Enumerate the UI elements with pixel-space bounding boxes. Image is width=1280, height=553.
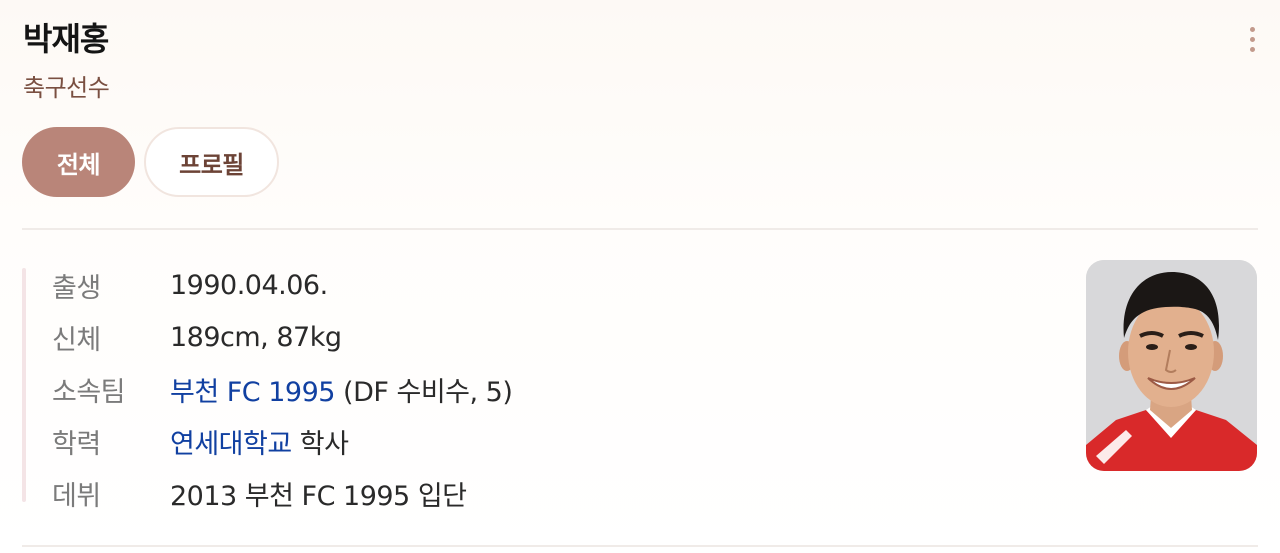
section-divider [22,228,1258,230]
tab-profile[interactable]: 프로필 [144,127,279,197]
more-options-button[interactable] [1237,20,1267,58]
birth-label: 출생 [52,272,101,304]
info-row-team: 소속팀 부천 FC 1995 (DF 수비수, 5) [52,363,513,415]
team-link[interactable]: 부천 FC 1995 [170,377,335,408]
education-link[interactable]: 연세대학교 [170,429,292,460]
profile-photo[interactable] [1086,260,1257,471]
section-divider-bottom [22,545,1258,547]
info-row-debut: 데뷔 2013 부천 FC 1995 입단 [52,467,512,519]
body-value: 189cm, 87kg [170,321,342,353]
profile-info-list: 출생 1990.04.06. 신체 189cm, 87kg 소속팀 부천 FC … [52,259,513,519]
person-name: 박재홍 [23,20,109,58]
body-label: 신체 [52,324,101,356]
education-value: 연세대학교 학사 [170,422,349,461]
debut-value: 2013 부천 FC 1995 입단 [170,480,467,512]
birth-value: 1990.04.06. [170,269,328,301]
team-label: 소속팀 [52,376,126,408]
info-row-body: 신체 189cm, 87kg [52,311,512,363]
tab-bar: 전체 프로필 [22,127,279,197]
education-label: 학력 [52,428,101,460]
education-detail: 학사 [291,428,349,460]
player-portrait-image [1086,260,1257,471]
info-accent-bar [22,268,26,502]
info-row-birth: 출생 1990.04.06. [52,259,512,311]
tab-all[interactable]: 전체 [22,127,135,197]
more-vertical-icon [1249,26,1255,32]
person-occupation: 축구선수 [23,74,110,102]
info-row-education: 학력 연세대학교 학사 [52,415,512,467]
team-value: 부천 FC 1995 (DF 수비수, 5) [170,370,513,409]
team-detail: (DF 수비수, 5) [334,376,513,408]
debut-label: 데뷔 [52,480,101,512]
